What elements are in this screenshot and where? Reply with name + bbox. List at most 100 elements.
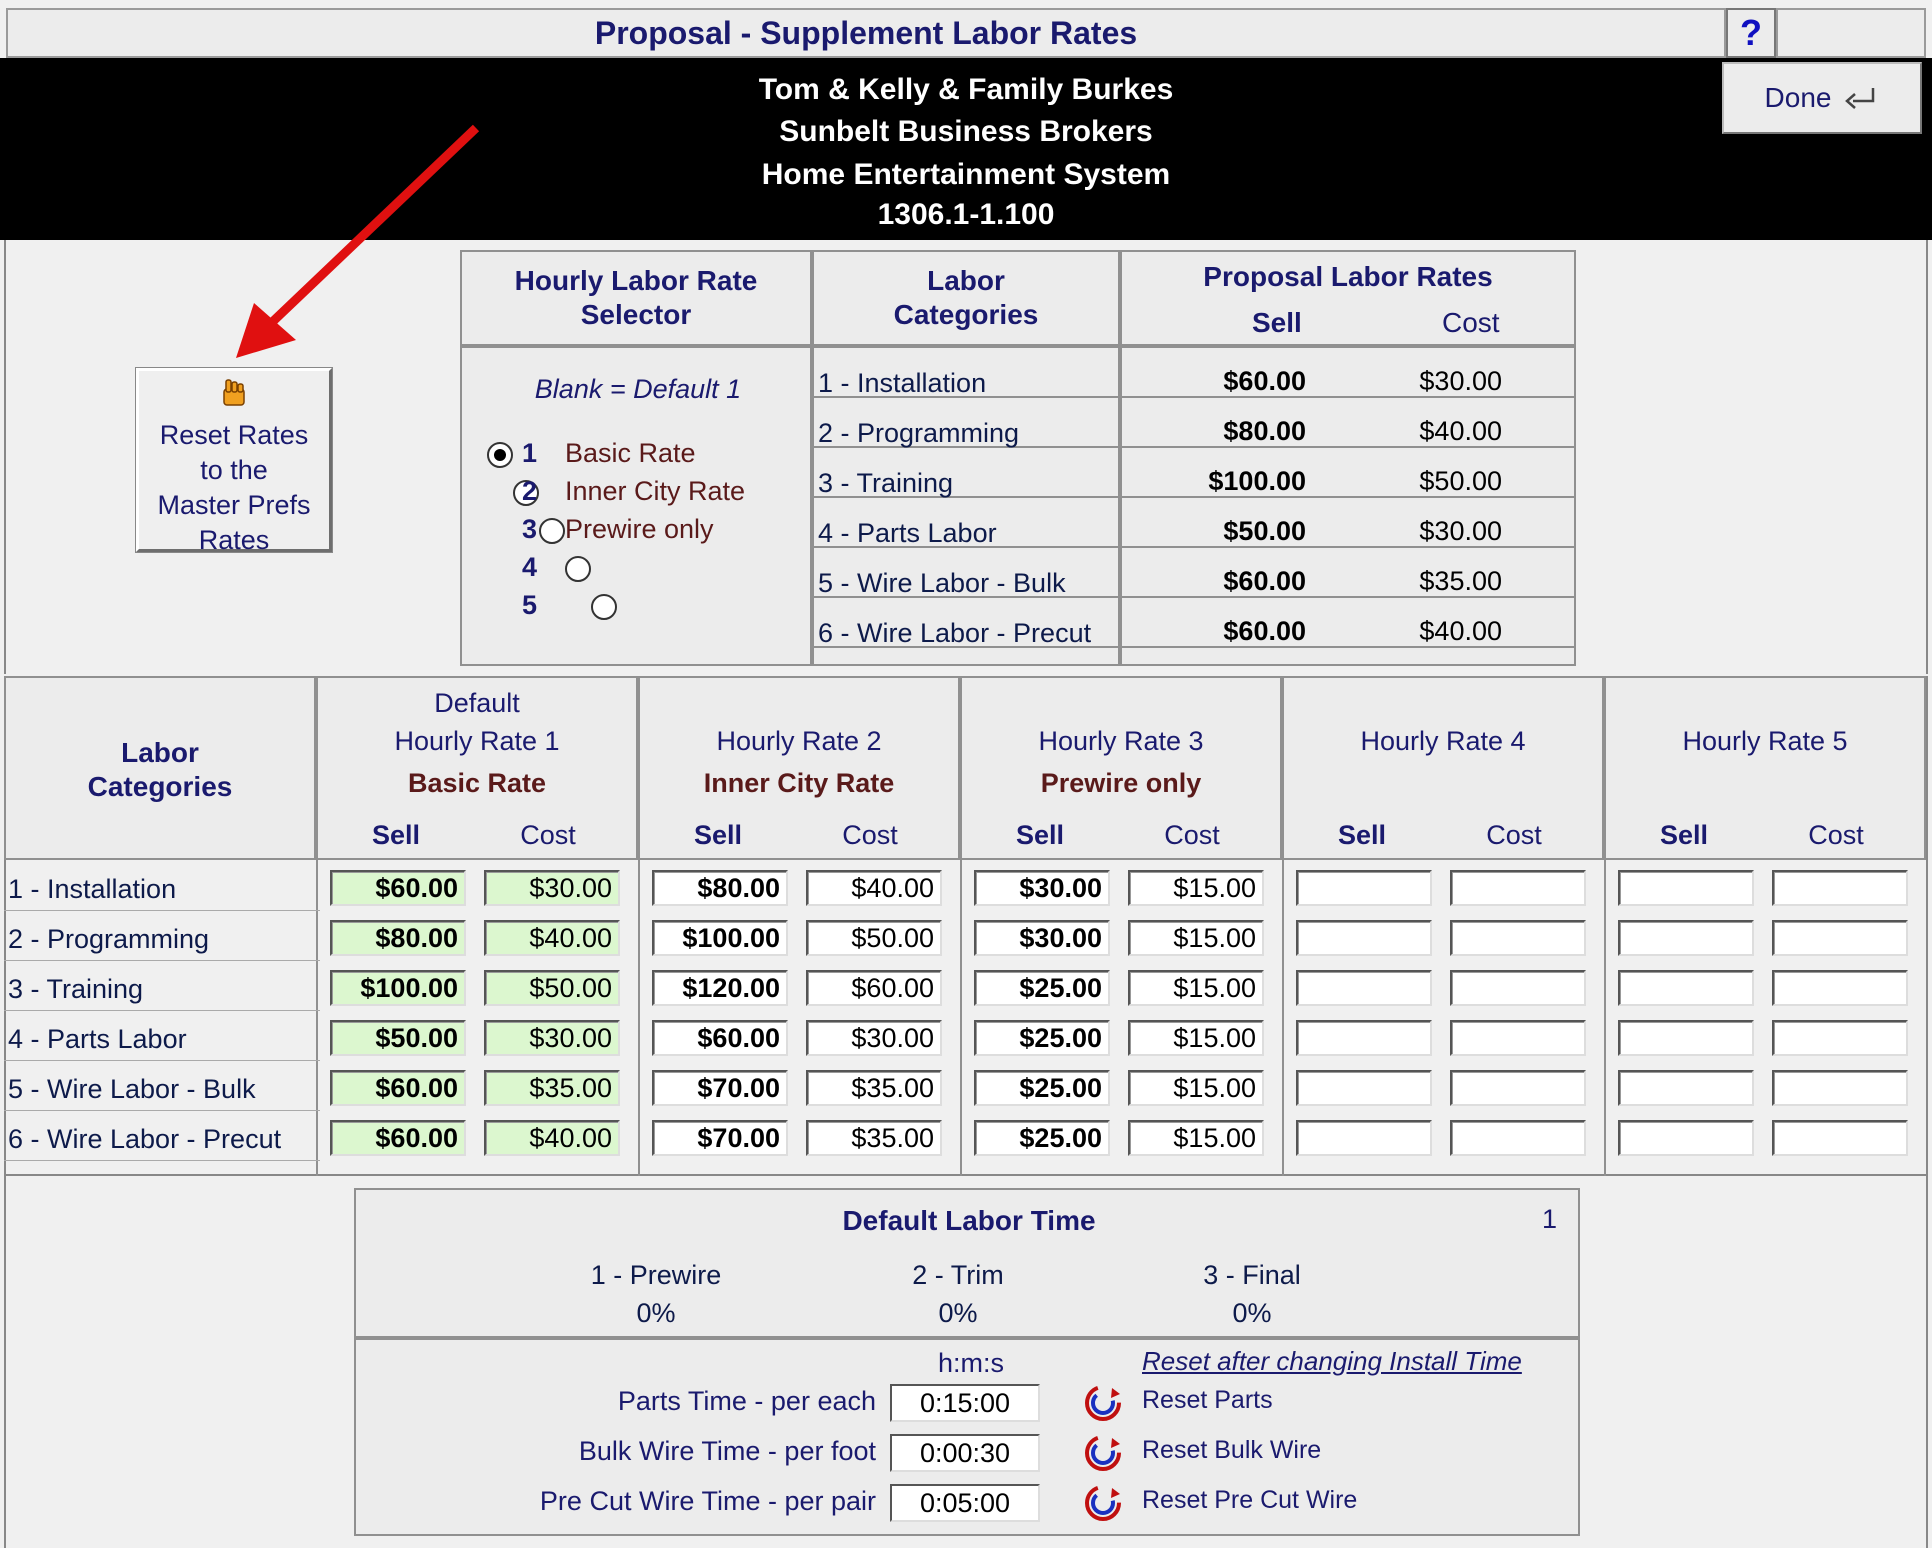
rate-column-sell-label: Sell	[1659, 820, 1709, 850]
phase-trim-value: 0%	[938, 1298, 978, 1328]
rate-3-sell-field[interactable]: $25.00	[974, 1020, 1110, 1056]
reset-refresh-icon[interactable]	[1082, 1382, 1124, 1424]
rate-4-sell-field[interactable]	[1296, 1070, 1432, 1106]
rate-2-cost-field[interactable]: $30.00	[806, 1020, 942, 1056]
rate-column-name: Basic Rate	[407, 768, 547, 798]
grid-row-category: 2 - Programming	[8, 924, 210, 954]
rate-column-sell-label: Sell	[1015, 820, 1065, 850]
grid-row-divider	[4, 1060, 320, 1061]
rate-3-cost-field[interactable]: $15.00	[1128, 1120, 1264, 1156]
rate-2-cost-field[interactable]: $50.00	[806, 920, 942, 956]
rate-5-cost-field[interactable]	[1772, 920, 1908, 956]
rate-column-top-label: Default	[434, 688, 520, 718]
rate-1-sell-field[interactable]: $80.00	[330, 920, 466, 956]
rate-option-3-radio[interactable]	[539, 518, 565, 544]
rate-1-cost-field[interactable]: $35.00	[484, 1070, 620, 1106]
rate-4-sell-field[interactable]	[1296, 920, 1432, 956]
rate-1-sell-field[interactable]: $60.00	[330, 1120, 466, 1156]
rate-2-sell-field[interactable]: $120.00	[652, 970, 788, 1006]
reset-refresh-icon[interactable]	[1082, 1482, 1124, 1524]
labor-time-label: Bulk Wire Time - per foot	[578, 1436, 876, 1466]
rate-option-4-number: 4	[522, 552, 538, 582]
rate-1-sell-field[interactable]: $100.00	[330, 970, 466, 1006]
rate-3-sell-field[interactable]: $30.00	[974, 870, 1110, 906]
rate-4-cost-field[interactable]	[1450, 1120, 1586, 1156]
rate-5-sell-field[interactable]	[1618, 920, 1754, 956]
rate-1-sell-field[interactable]: $60.00	[330, 1070, 466, 1106]
proposal-row-sell: $80.00	[1223, 416, 1306, 446]
rate-5-cost-field[interactable]	[1772, 1020, 1908, 1056]
rate-2-sell-field[interactable]: $100.00	[652, 920, 788, 956]
rate-2-sell-field[interactable]: $70.00	[652, 1120, 788, 1156]
rate-4-sell-field[interactable]	[1296, 870, 1432, 906]
grid-row-category: 1 - Installation	[8, 874, 177, 904]
rate-4-sell-field[interactable]	[1296, 1120, 1432, 1156]
rate-3-cost-field[interactable]: $15.00	[1128, 970, 1264, 1006]
rate-3-cost-field[interactable]: $15.00	[1128, 1070, 1264, 1106]
rate-1-sell-field[interactable]: $50.00	[330, 1020, 466, 1056]
rate-3-cost-field[interactable]: $15.00	[1128, 920, 1264, 956]
proposal-row-category: 3 - Training	[818, 468, 954, 498]
rate-2-cost-field[interactable]: $60.00	[806, 970, 942, 1006]
rate-4-cost-field[interactable]	[1450, 920, 1586, 956]
rate-5-sell-field[interactable]	[1618, 970, 1754, 1006]
rate-3-sell-field[interactable]: $25.00	[974, 1120, 1110, 1156]
rate-1-cost-field[interactable]: $40.00	[484, 920, 620, 956]
rate-5-sell-field[interactable]	[1618, 1120, 1754, 1156]
rate-4-cost-field[interactable]	[1450, 970, 1586, 1006]
rate-2-cost-field[interactable]: $40.00	[806, 870, 942, 906]
rate-5-cost-field[interactable]	[1772, 1120, 1908, 1156]
phase-prewire-label: 1 - Prewire	[590, 1260, 722, 1290]
rate-1-cost-field[interactable]: $30.00	[484, 1020, 620, 1056]
rate-column-sell-label: Sell	[1337, 820, 1387, 850]
rate-5-cost-field[interactable]	[1772, 870, 1908, 906]
rate-column-divider	[1604, 860, 1606, 1176]
rate-option-5-radio[interactable]	[591, 594, 617, 620]
proposal-labor-rates-title: Proposal Labor Rates	[1203, 261, 1493, 292]
grid-row-divider	[4, 910, 320, 911]
rate-2-sell-field[interactable]: $80.00	[652, 870, 788, 906]
rate-4-cost-field[interactable]	[1450, 1070, 1586, 1106]
labor-time-input[interactable]: 0:05:00	[890, 1484, 1040, 1522]
rate-4-cost-field[interactable]	[1450, 870, 1586, 906]
rate-column-cost-label: Cost	[1808, 820, 1864, 850]
grid-categories-line-1: Labor	[121, 737, 199, 768]
rate-4-sell-field[interactable]	[1296, 1020, 1432, 1056]
rate-5-sell-field[interactable]	[1618, 1020, 1754, 1056]
grid-row-category: 3 - Training	[8, 974, 144, 1004]
rate-5-sell-field[interactable]	[1618, 870, 1754, 906]
rate-1-sell-field[interactable]: $60.00	[330, 870, 466, 906]
proposal-row-category: 2 - Programming	[818, 418, 1020, 448]
labor-time-input[interactable]: 0:15:00	[890, 1384, 1040, 1422]
reset-refresh-icon[interactable]	[1082, 1432, 1124, 1474]
labor-time-reset-button[interactable]: Reset Bulk Wire	[1142, 1436, 1321, 1465]
labor-time-reset-button[interactable]: Reset Parts	[1142, 1386, 1273, 1415]
proposal-row-cost: $50.00	[1419, 466, 1502, 496]
rate-option-1-radio[interactable]	[487, 442, 513, 468]
reset-rates-master-prefs-button[interactable]: Reset Rates to the Master Prefs Rates	[135, 367, 333, 555]
rate-5-sell-field[interactable]	[1618, 1070, 1754, 1106]
rate-2-sell-field[interactable]: $60.00	[652, 1020, 788, 1056]
rate-column-name: Prewire only	[1040, 768, 1202, 798]
rate-2-cost-field[interactable]: $35.00	[806, 1070, 942, 1106]
rate-5-cost-field[interactable]	[1772, 1070, 1908, 1106]
rate-3-sell-field[interactable]: $25.00	[974, 970, 1110, 1006]
rate-4-sell-field[interactable]	[1296, 970, 1432, 1006]
done-button[interactable]: Done	[1722, 62, 1922, 134]
rate-3-sell-field[interactable]: $30.00	[974, 920, 1110, 956]
rate-1-cost-field[interactable]: $50.00	[484, 970, 620, 1006]
help-button[interactable]: ?	[1726, 8, 1776, 58]
rate-3-sell-field[interactable]: $25.00	[974, 1070, 1110, 1106]
rate-option-4-radio[interactable]	[565, 556, 591, 582]
rate-1-cost-field[interactable]: $40.00	[484, 1120, 620, 1156]
rate-2-cost-field[interactable]: $35.00	[806, 1120, 942, 1156]
rate-3-cost-field[interactable]: $15.00	[1128, 1020, 1264, 1056]
rate-2-sell-field[interactable]: $70.00	[652, 1070, 788, 1106]
rate-5-cost-field[interactable]	[1772, 970, 1908, 1006]
labor-time-input[interactable]: 0:00:30	[890, 1434, 1040, 1472]
rate-3-cost-field[interactable]: $15.00	[1128, 870, 1264, 906]
labor-categories-header-line-2: Categories	[893, 299, 1039, 330]
labor-time-reset-button[interactable]: Reset Pre Cut Wire	[1142, 1486, 1357, 1515]
rate-1-cost-field[interactable]: $30.00	[484, 870, 620, 906]
rate-4-cost-field[interactable]	[1450, 1020, 1586, 1056]
